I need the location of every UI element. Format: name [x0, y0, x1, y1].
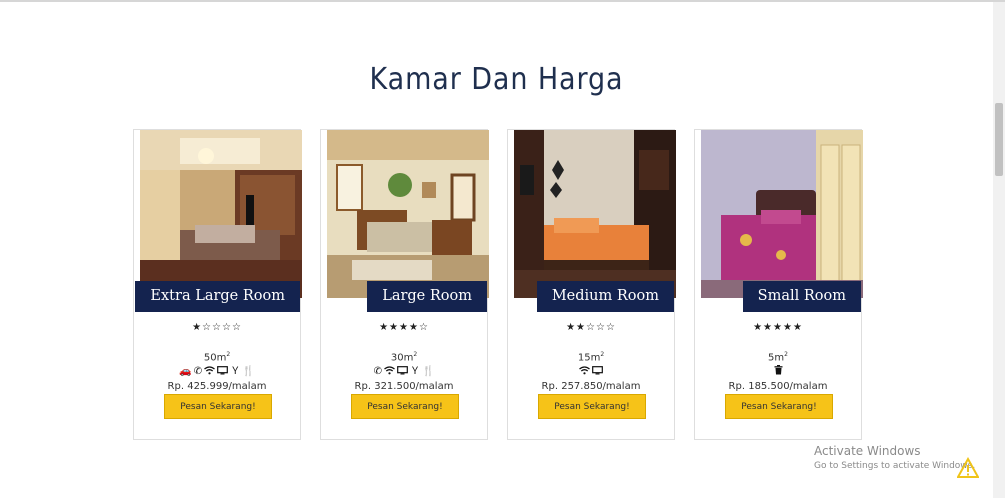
drink-icon: Ｙ — [409, 366, 420, 377]
scrollbar-thumb[interactable] — [995, 103, 1003, 176]
book-now-button[interactable]: Pesan Sekarang! — [725, 394, 833, 419]
room-cards: Extra Large Room ★☆☆☆☆ 50m2 🚗 ✆ Ｙ 🍴 Rp. … — [133, 129, 863, 440]
drink-icon: Ｙ — [230, 366, 241, 377]
facility-icons — [695, 365, 861, 379]
rating-stars: ★★★★☆ — [379, 322, 429, 333]
tv-icon — [217, 365, 229, 379]
room-size: 50m2 — [203, 351, 231, 364]
phone-icon: ✆ — [193, 366, 203, 377]
activate-windows-watermark: Activate Windows Go to Settings to activ… — [814, 444, 975, 471]
room-size: 5m2 — [768, 351, 788, 364]
tv-icon — [592, 365, 603, 379]
room-price: Rp. 425.999/malam — [167, 381, 267, 392]
wifi-icon — [579, 365, 590, 379]
book-now-button[interactable]: Pesan Sekarang! — [538, 394, 646, 419]
rating-stars: ★☆☆☆☆ — [192, 322, 242, 333]
dining-icon: 🍴 — [421, 366, 435, 377]
trash-icon — [774, 365, 783, 379]
room-price: Rp. 321.500/malam — [354, 381, 454, 392]
car-icon: 🚗 — [179, 366, 192, 377]
room-price: Rp. 257.850/malam — [541, 381, 641, 392]
room-price: Rp. 185.500/malam — [728, 381, 828, 392]
warning-icon — [957, 457, 979, 478]
room-size: 15m2 — [577, 351, 605, 364]
room-photo-small — [701, 130, 863, 298]
room-card-large: Large Room ★★★★☆ 30m2 ✆ Ｙ 🍴 Rp. 321.500/… — [320, 129, 489, 440]
tv-icon — [397, 365, 408, 379]
room-photo-large — [327, 130, 489, 298]
room-size: 30m2 — [390, 351, 418, 364]
facility-icons — [508, 365, 674, 379]
rating-stars: ★★☆☆☆ — [566, 322, 616, 333]
watermark-line-1: Activate Windows — [814, 444, 921, 458]
browser-top-border — [0, 0, 1005, 2]
room-photo-extra-large — [140, 130, 302, 298]
dining-icon: 🍴 — [242, 366, 255, 377]
room-photo-medium — [514, 130, 676, 298]
facility-icons: 🚗 ✆ Ｙ 🍴 — [134, 365, 300, 379]
room-name-tag: Small Room — [742, 281, 861, 312]
book-now-button[interactable]: Pesan Sekarang! — [164, 394, 272, 419]
facility-icons: ✆ Ｙ 🍴 — [321, 365, 487, 379]
rating-stars: ★★★★★ — [753, 322, 803, 333]
phone-icon: ✆ — [373, 366, 382, 377]
section-title: Kamar Dan Harga — [369, 62, 624, 97]
vertical-scrollbar[interactable] — [993, 2, 1005, 498]
room-name-tag: Large Room — [367, 281, 487, 312]
room-name-tag: Extra Large Room — [135, 281, 300, 312]
wifi-icon — [204, 365, 216, 379]
book-now-button[interactable]: Pesan Sekarang! — [351, 394, 459, 419]
wifi-icon — [384, 365, 395, 379]
room-card-extra-large: Extra Large Room ★☆☆☆☆ 50m2 🚗 ✆ Ｙ 🍴 Rp. … — [133, 129, 302, 440]
room-name-tag: Medium Room — [536, 281, 674, 312]
watermark-line-2: Go to Settings to activate Windows. — [814, 461, 976, 471]
room-card-medium: Medium Room ★★☆☆☆ 15m2 Rp. 257.850/malam… — [507, 129, 676, 440]
room-card-small: Small Room ★★★★★ 5m2 Rp. 185.500/malam P… — [694, 129, 863, 440]
